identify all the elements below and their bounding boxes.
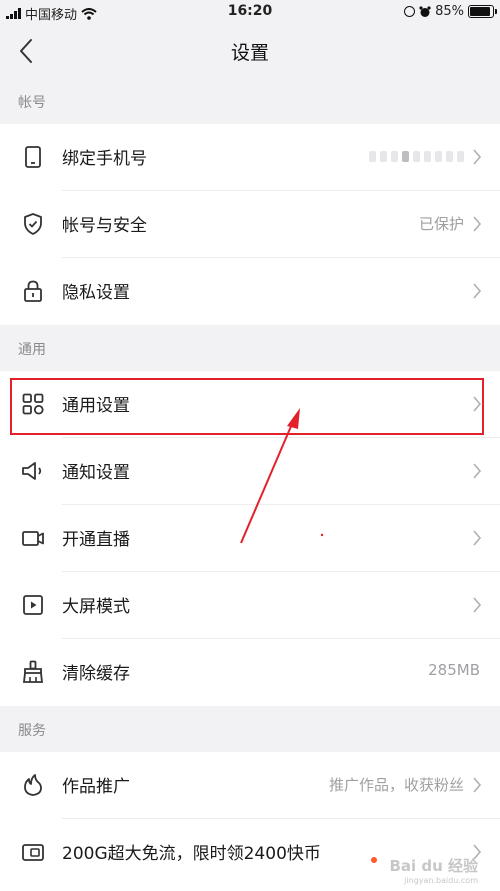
settings-row-big-screen[interactable]: 大屏模式 [0, 572, 500, 639]
navigation-bar: 设置 [0, 24, 500, 78]
section-header-services: 服务 [0, 706, 500, 752]
row-value: 推广作品，收获粉丝 [328, 776, 464, 794]
row-label: 清除缓存 [62, 664, 130, 684]
masked-phone-value [369, 151, 464, 162]
chevron-right-icon [473, 283, 482, 299]
camera-icon [20, 525, 46, 551]
settings-row-promotion[interactable]: 作品推广 推广作品，收获粉丝 [0, 752, 500, 819]
section-label: 通用 [18, 342, 46, 358]
alarm-icon [419, 5, 431, 17]
sim-card-icon [20, 839, 46, 865]
row-label: 隐私设置 [62, 283, 130, 303]
chevron-right-icon [473, 597, 482, 613]
page-title: 设置 [230, 42, 269, 64]
speaker-icon [20, 458, 46, 484]
section-label: 帐号 [18, 95, 46, 111]
chevron-right-icon [473, 149, 482, 165]
shield-icon [20, 211, 46, 237]
orientation-lock-icon [404, 6, 416, 17]
row-value: 已保护 [418, 215, 464, 233]
row-label: 帐号与安全 [62, 216, 147, 236]
status-right: 85% [404, 4, 497, 19]
settings-row-privacy[interactable]: 隐私设置 [0, 258, 500, 325]
row-label: 200G超大免流，限时领2400快币 [62, 844, 321, 864]
row-label: 开通直播 [62, 530, 130, 550]
flame-icon [20, 772, 46, 798]
chevron-right-icon [473, 777, 482, 793]
settings-row-account-security[interactable]: 帐号与安全 已保护 [0, 191, 500, 258]
settings-row-bind-phone[interactable]: 绑定手机号 [0, 124, 500, 191]
chevron-right-icon [473, 463, 482, 479]
status-bar: 中国移动 16:20 85% [0, 0, 500, 24]
chevron-right-icon [473, 216, 482, 232]
row-label: 通知设置 [62, 463, 130, 483]
settings-row-notification[interactable]: 通知设置 [0, 438, 500, 505]
red-dot-badge [371, 849, 383, 868]
row-label: 绑定手机号 [62, 149, 147, 169]
section-label: 服务 [18, 723, 46, 739]
watermark-sub: jingyan.baidu.com [404, 876, 478, 885]
watermark-text: Bai du 经验 [389, 857, 478, 875]
settings-row-live[interactable]: 开通直播 [0, 505, 500, 572]
chevron-right-icon [473, 530, 482, 546]
section-header-account: 帐号 [0, 78, 500, 124]
broom-icon [20, 659, 46, 685]
row-label: 作品推广 [62, 777, 130, 797]
phone-icon [20, 144, 46, 170]
battery-percent: 85% [435, 4, 464, 19]
row-label: 大屏模式 [62, 597, 130, 617]
highlight-box [10, 378, 484, 435]
battery-icon [468, 5, 497, 18]
lock-icon [20, 278, 46, 304]
watermark: Bai du 经验 jingyan.baidu.com [389, 855, 478, 885]
settings-row-clear-cache[interactable]: 清除缓存 285MB [0, 639, 500, 706]
section-header-general: 通用 [0, 325, 500, 371]
row-value: 285MB [428, 661, 480, 679]
play-icon [20, 592, 46, 618]
